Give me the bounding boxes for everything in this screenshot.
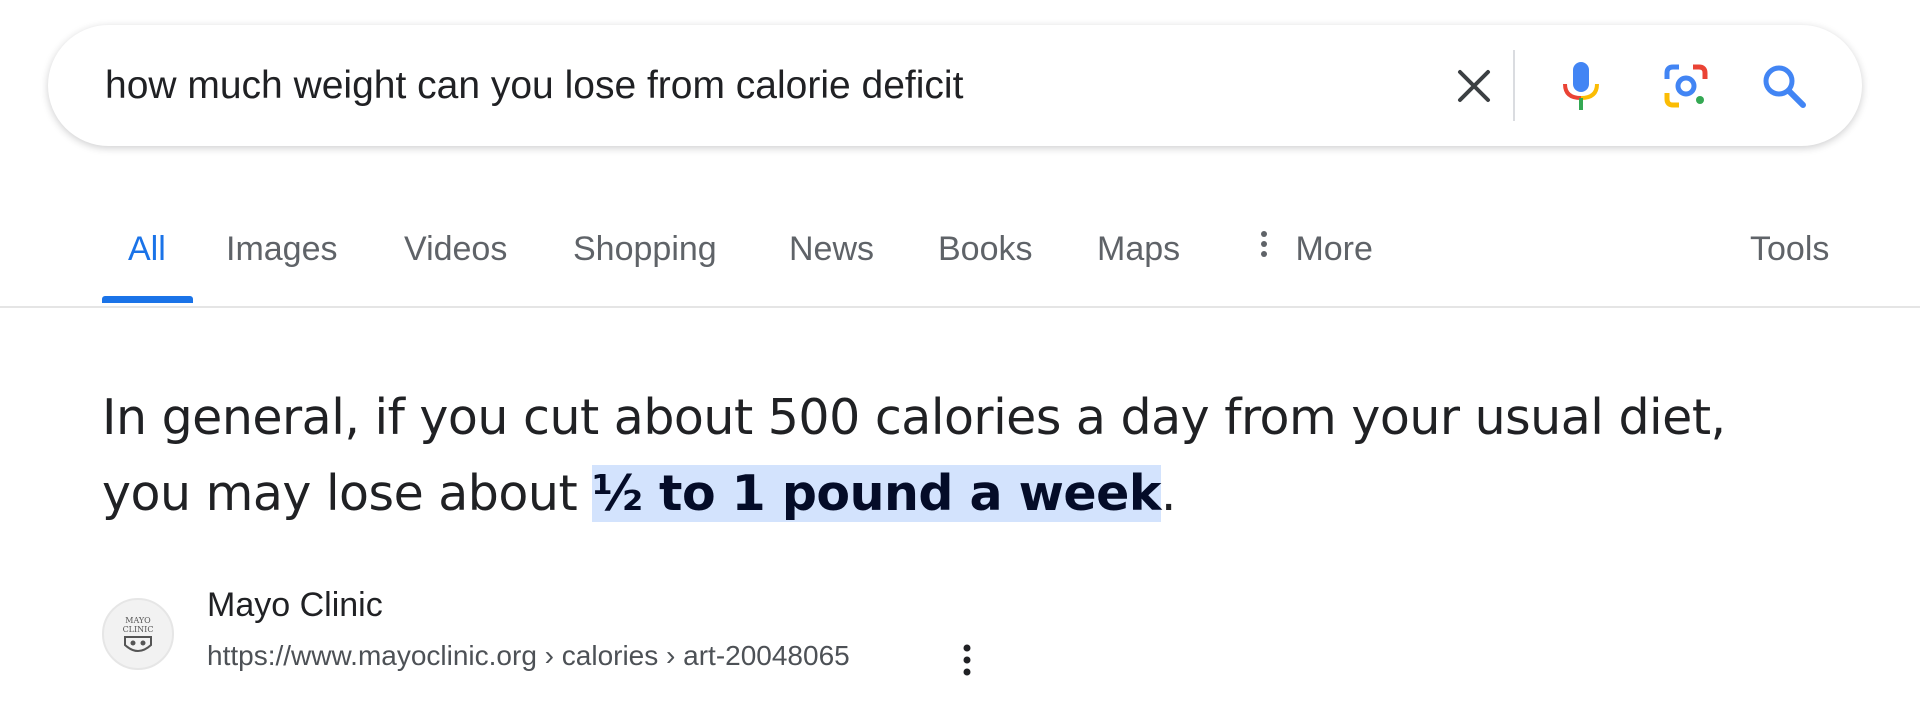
tab-tools[interactable]: Tools [1750,230,1829,269]
mayo-clinic-logo-icon: MAYO CLINIC [102,598,174,670]
tab-images[interactable]: Images [226,230,338,269]
tab-more[interactable]: More [1258,230,1373,271]
search-input[interactable] [105,25,1385,146]
tab-shopping[interactable]: Shopping [573,230,717,269]
search-bar [48,25,1862,146]
tab-books[interactable]: Books [938,230,1033,269]
snippet-text-after: . [1160,465,1177,522]
tab-maps[interactable]: Maps [1097,230,1180,269]
tab-all[interactable]: All [128,230,166,269]
featured-snippet-text: In general, if you cut about 500 calorie… [102,380,1802,532]
microphone-icon[interactable] [1555,60,1607,112]
search-icon[interactable] [1758,60,1810,112]
active-tab-indicator [102,296,193,303]
tab-news[interactable]: News [789,230,874,269]
more-options-icon[interactable] [952,640,982,680]
svg-text:MAYO: MAYO [125,616,151,625]
tab-more-label: More [1295,230,1373,268]
snippet-highlight: ½ to 1 pound a week [592,465,1161,522]
source-name[interactable]: Mayo Clinic [207,586,383,625]
tab-videos[interactable]: Videos [404,230,507,269]
search-bar-divider [1513,50,1515,121]
google-lens-icon[interactable] [1660,60,1712,112]
source-url[interactable]: https://www.mayoclinic.org › calories › … [207,640,850,672]
svg-text:CLINIC: CLINIC [123,625,154,634]
vertical-dots-icon [1258,229,1278,268]
search-tabs: All Images Videos Shopping News Books Ma… [0,210,1920,308]
close-icon[interactable] [1448,60,1500,112]
